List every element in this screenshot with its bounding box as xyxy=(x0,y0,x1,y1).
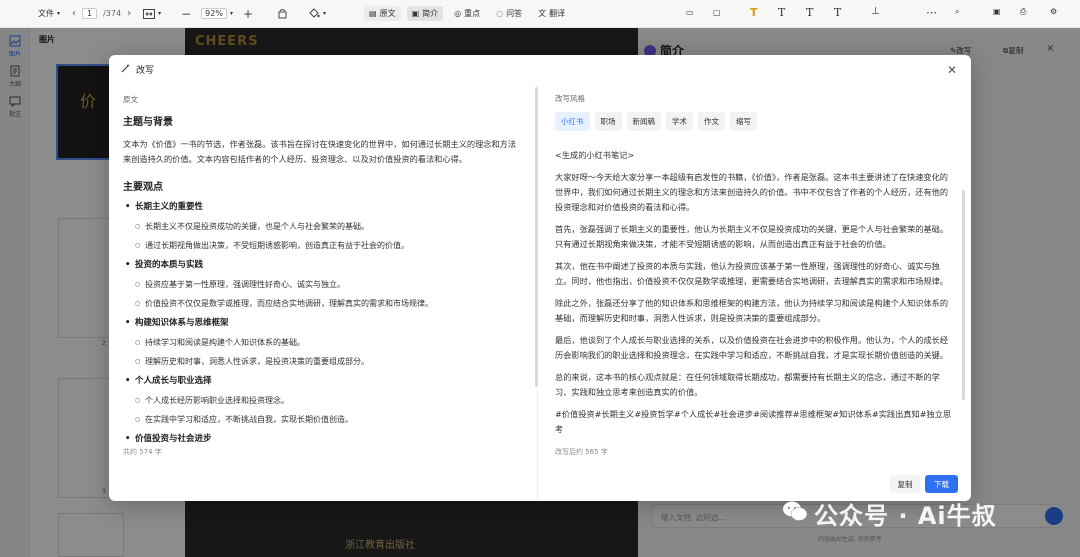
zoom-select[interactable]: 92% ▾ xyxy=(201,8,233,19)
style-chips: 小红书 职场 新闻稿 学术 作文 缩写 xyxy=(555,112,953,131)
stamp-icon[interactable]: ⊥ xyxy=(871,6,880,17)
prev-page-icon[interactable]: ‹ xyxy=(72,8,76,19)
point-detail: 投资应基于第一性原理，强调理性好奇心、诚实与独立。 xyxy=(123,278,523,292)
zoom-in-icon[interactable]: + xyxy=(243,7,253,21)
page-total: /374 xyxy=(103,9,122,18)
point-detail: 理解历史和时事，洞悉人性诉求，是投资决策的重要组成部分。 xyxy=(123,355,523,369)
translate-icon: 文 xyxy=(538,9,547,18)
style-chip-press[interactable]: 新闻稿 xyxy=(626,112,661,131)
style-chip-xiaohongshu[interactable]: 小红书 xyxy=(555,112,590,131)
original-label: 原文 xyxy=(123,95,138,104)
text-icon[interactable]: T xyxy=(778,6,785,19)
point-detail: 通过长期视角做出决策，不受短期诱惑影响，创造真正有益于社会的价值。 xyxy=(123,239,523,253)
section-heading: 主题与背景 xyxy=(123,117,173,128)
modal-title: 改写 xyxy=(136,66,155,76)
style-chip-academic[interactable]: 学术 xyxy=(666,112,693,131)
settings-icon[interactable]: ⚙ xyxy=(1050,7,1057,16)
point-detail: 价值投资不仅仅是数学或推理，而应结合实地调研，理解真实的需求和市场规律。 xyxy=(123,297,523,311)
point-detail: 在实践中学习和适应，不断挑战自我，实现长期价值创造。 xyxy=(123,413,523,427)
point-detail: 长期主义不仅是投资成功的关键，也是个人与社会繁荣的基础。 xyxy=(123,220,523,234)
view-tabs: ▤ 原文 ▣ 简介 ◎ 重点 ◌ 问答 文翻译 xyxy=(364,6,570,21)
save-icon[interactable]: ▣ xyxy=(993,7,1001,16)
document-icon: ▤ xyxy=(369,9,377,18)
original-scrollbar[interactable] xyxy=(535,87,538,387)
rewritten-paragraph: 除此之外，张磊还分享了他的知识体系和思维框架的构建方法，他认为持续学习和阅读是构… xyxy=(555,298,949,323)
hashtags: #价值投资#长期主义#投资哲学#个人成长#社会进步#阅读推荐#思维框架#知识体系… xyxy=(555,409,952,434)
point-detail: 个人成长经历影响职业选择和投资理念。 xyxy=(123,394,523,408)
print-icon[interactable]: ⎙ xyxy=(1020,7,1026,17)
style-chip-abbreviate[interactable]: 缩写 xyxy=(730,112,757,131)
original-pane: 原文 主题与背景 文本为《价值》一书的节选，作者张磊。该书旨在探讨在快速变化的世… xyxy=(109,84,537,501)
notes-icon[interactable]: ▭ xyxy=(686,8,694,17)
point-title: 构建知识体系与思维框架 xyxy=(123,316,523,330)
magic-wand-icon xyxy=(121,63,131,76)
rewritten-paragraph: 大家好呀～今天给大家分享一本超级有启发性的书籍，《价值》，作者是张磊。这本书主要… xyxy=(555,172,949,212)
page-input[interactable]: 1 xyxy=(82,8,98,19)
tab-summary[interactable]: ▣ 简介 xyxy=(406,6,444,21)
watermark: 公众号 · Ai牛叔 xyxy=(782,496,997,531)
point-title: 价值投资与社会进步 xyxy=(123,432,523,446)
style-chip-essay[interactable]: 作文 xyxy=(698,112,725,131)
point-detail: 持续学习和阅读是构建个人知识体系的基础。 xyxy=(123,336,523,350)
rewritten-word-count: 改写后约 565 字 xyxy=(555,448,608,456)
strike-text-icon[interactable]: T xyxy=(834,6,841,19)
wechat-icon xyxy=(782,500,808,528)
original-word-count: 共约 574 字 xyxy=(123,448,162,456)
point-title: 投资的本质与实践 xyxy=(123,258,523,272)
intro-paragraph: 文本为《价值》一书的节选，作者张磊。该书旨在探讨在快速变化的世界中，如何通过长期… xyxy=(123,139,517,164)
style-label: 改写风格 xyxy=(555,94,585,103)
rewritten-paragraph: 其次，他在书中阐述了投资的本质与实践，他认为投资应该基于第一性原理，强调理性的好… xyxy=(555,261,949,286)
modal-header: 改写 xyxy=(109,55,971,84)
highlight-text-icon[interactable]: T xyxy=(750,6,758,19)
tab-translate[interactable]: 文翻译 xyxy=(533,6,570,21)
copy-button[interactable]: 复制 xyxy=(890,475,920,493)
rewritten-paragraph: 首先，张磊强调了长期主义的重要性，他认为长期主义不仅是投资成功的关键，更是个人与… xyxy=(555,224,949,249)
rewritten-pane: 改写风格 小红书 职场 新闻稿 学术 作文 缩写 <生成的小红书笔记> 大家好呀… xyxy=(541,84,971,501)
tab-qa[interactable]: ◌ 问答 xyxy=(491,6,527,21)
rewritten-paragraph: <生成的小红书笔记> xyxy=(555,150,635,160)
fit-width-icon[interactable]: ▾ xyxy=(143,8,161,19)
more-icon[interactable]: ⋯ xyxy=(926,6,937,19)
underline-text-icon[interactable]: T xyxy=(806,6,813,19)
download-button[interactable]: 下载 xyxy=(925,475,958,493)
rewritten-scrollbar[interactable] xyxy=(962,190,965,400)
rotate-icon[interactable] xyxy=(277,8,288,19)
file-menu[interactable]: 文件 ▾ xyxy=(38,8,60,19)
tab-original[interactable]: ▤ 原文 xyxy=(364,6,401,21)
zoom-out-icon[interactable]: − xyxy=(181,7,191,21)
comment-icon[interactable]: ▢ xyxy=(713,8,721,17)
tab-keypoints[interactable]: ◎ 重点 xyxy=(449,6,485,21)
rewritten-paragraph: 最后，他谈到了个人成长与职业选择的关系，以及价值投资在社会进步中的积极作用。他认… xyxy=(555,335,949,360)
rewritten-paragraph: 总的来说，这本书的核心观点就是：在任何领域取得长期成功，都需要持有长期主义的信念… xyxy=(555,372,940,397)
next-page-icon[interactable]: › xyxy=(127,8,131,19)
summary-icon: ▣ xyxy=(411,9,420,18)
close-icon[interactable]: ✕ xyxy=(947,63,957,77)
top-toolbar: 文件 ▾ ‹ 1 /374 › ▾ − 92% ▾ + ▾ ▤ 原文 ▣ 简介 ◎ 重点 … xyxy=(0,0,1080,28)
search-icon[interactable]: ⌕ xyxy=(955,7,959,17)
rewrite-modal: 改写 ✕ 原文 主题与背景 文本为《价值》一书的节选，作者张磊。该书旨在探讨在快… xyxy=(109,55,971,501)
style-chip-workplace[interactable]: 职场 xyxy=(594,112,622,131)
target-icon: ◎ xyxy=(454,9,462,18)
fill-color-icon[interactable]: ▾ xyxy=(308,8,326,19)
chat-icon: ◌ xyxy=(496,9,504,18)
point-title: 个人成长与职业选择 xyxy=(123,374,523,388)
chevron-down-icon: ▾ xyxy=(57,10,61,17)
section-heading: 主要观点 xyxy=(123,182,163,193)
point-title: 长期主义的重要性 xyxy=(123,200,523,214)
